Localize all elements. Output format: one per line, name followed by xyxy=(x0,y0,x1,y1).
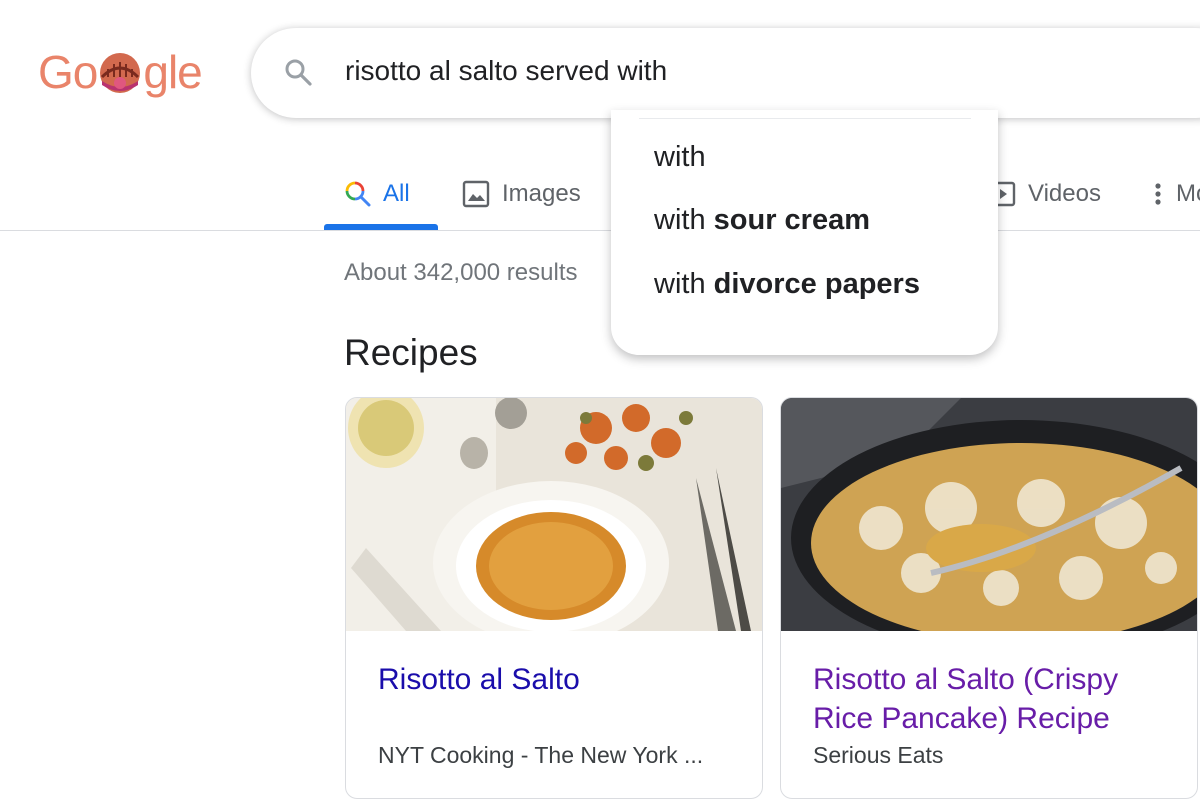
google-logo[interactable]: Go gle xyxy=(38,44,203,100)
suggestion-completion: sour cream xyxy=(713,204,870,236)
tab-images[interactable]: Images xyxy=(462,172,581,216)
recipe-title-link[interactable]: Risotto al Salto (Crispy Rice Pancake) R… xyxy=(813,660,1173,738)
tabs-divider xyxy=(0,230,1200,231)
logo-text-suffix: gle xyxy=(143,46,202,98)
tab-videos-label: Videos xyxy=(1028,180,1101,207)
search-tabs: All Images Videos Mo xyxy=(0,160,1200,232)
tab-all-label: All xyxy=(383,180,410,207)
dropdown-divider xyxy=(639,118,971,119)
result-stats: About 342,000 results xyxy=(344,259,578,286)
suggestion-item[interactable]: with xyxy=(654,141,706,174)
suggestion-item[interactable]: with divorce papers xyxy=(654,268,920,301)
tab-images-label: Images xyxy=(502,180,581,207)
recipe-image[interactable] xyxy=(781,398,1197,631)
tab-more-label: Mo xyxy=(1176,180,1200,207)
search-input[interactable]: risotto al salto served with xyxy=(345,55,667,87)
recipe-title-link[interactable]: Risotto al Salto xyxy=(378,660,738,699)
autocomplete-dropdown: with with sour cream with divorce papers xyxy=(611,110,998,355)
recipe-card[interactable]: Risotto al Salto NYT Cooking - The New Y… xyxy=(345,397,763,799)
tab-videos[interactable]: Videos xyxy=(990,172,1101,216)
image-icon xyxy=(462,180,490,208)
suggestion-text: with xyxy=(654,204,714,236)
doodle-icon xyxy=(98,51,142,95)
multicolor-search-icon xyxy=(345,181,371,207)
suggestion-completion: divorce papers xyxy=(713,268,920,300)
tab-all[interactable]: All xyxy=(345,172,410,216)
suggestion-item[interactable]: with sour cream xyxy=(654,204,870,237)
recipe-source: NYT Cooking - The New York ... xyxy=(378,742,704,768)
logo-text-prefix: Go xyxy=(38,46,98,98)
suggestion-text: with xyxy=(654,141,706,173)
recipe-card[interactable]: Risotto al Salto (Crispy Rice Pancake) R… xyxy=(780,397,1198,799)
suggestion-text: with xyxy=(654,268,714,300)
search-icon[interactable] xyxy=(283,57,313,87)
more-vert-icon xyxy=(1155,183,1161,205)
recipe-image[interactable] xyxy=(346,398,762,631)
recipes-heading: Recipes xyxy=(344,332,478,373)
recipe-source: Serious Eats xyxy=(813,742,944,768)
tab-more[interactable]: Mo xyxy=(1152,172,1200,216)
